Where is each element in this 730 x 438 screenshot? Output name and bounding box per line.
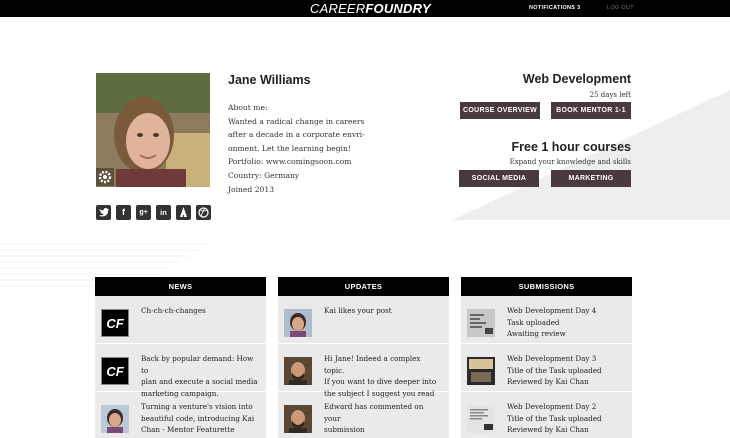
submission-title: Web Development Day 3 xyxy=(507,354,597,363)
submission-status: Reviewed by Kai Chan xyxy=(507,377,589,387)
profile-about: About me: Wanted a radical change in car… xyxy=(228,101,368,196)
careerfoundry-logo-thumb: CF xyxy=(101,309,129,337)
update-item[interactable]: Hi Jane! Indeed a complex topic. If you … xyxy=(278,344,449,398)
submission-detail: Task uploaded xyxy=(507,317,560,327)
forrst-icon[interactable] xyxy=(176,205,191,220)
twitter-icon[interactable] xyxy=(96,205,111,220)
update-item-text: Kai likes your post xyxy=(324,306,392,315)
news-item-text: Turning a venture's vision into xyxy=(141,402,253,411)
top-bar: CAREERFOUNDRY NOTIFICATIONS 3 LOG OUT xyxy=(0,0,730,17)
user-avatar xyxy=(284,357,312,385)
social-links: f g+ in xyxy=(96,205,211,220)
news-header: NEWS xyxy=(95,277,266,296)
news-item-text: plan and execute a social media xyxy=(141,377,258,387)
news-item[interactable]: CF Back by popular demand: How to plan a… xyxy=(95,344,266,398)
news-item-text: beautiful code, introducing Kai xyxy=(141,413,255,423)
about-line: Country: Germany xyxy=(228,170,300,180)
about-line: Joined 2013 xyxy=(228,184,275,194)
social-media-button[interactable]: SOCIAL MEDIA xyxy=(459,170,539,187)
course-title: Web Development xyxy=(522,72,631,86)
submission-item[interactable]: Web Development Day 3 Title of the Task … xyxy=(461,344,632,392)
submission-thumbnail xyxy=(467,357,495,385)
book-mentor-button[interactable]: BOOK MENTOR 1-1 xyxy=(551,102,631,119)
update-item[interactable]: Edward has commented on your submission xyxy=(278,392,449,438)
facebook-icon[interactable]: f xyxy=(116,205,131,220)
submission-status: Reviewed by Kai Chan xyxy=(507,425,589,435)
submission-title: Web Development Day 4 xyxy=(507,306,597,315)
updates-header: UPDATES xyxy=(278,277,449,296)
profile-name: Jane Williams xyxy=(228,73,311,87)
news-panel: NEWS CF Ch-ch-ch-changes CF Back by popu… xyxy=(95,277,266,438)
submission-thumbnail xyxy=(467,309,495,337)
days-left: 25 days left xyxy=(589,91,631,99)
news-item-text: Ch-ch-ch-changes xyxy=(141,306,206,315)
free-courses-title: Free 1 hour courses xyxy=(511,140,632,154)
submission-thumbnail xyxy=(467,405,495,433)
notifications-link[interactable]: NOTIFICATIONS 3 xyxy=(529,0,580,17)
update-item-text: submission xyxy=(324,425,365,435)
about-line: Wanted a radical change in careers xyxy=(228,116,365,126)
about-line: About me: xyxy=(228,103,268,112)
dribbble-icon[interactable] xyxy=(196,205,211,220)
submission-detail: Title of the Task uploaded xyxy=(507,413,602,423)
about-line: onment. Let the learning begin! xyxy=(228,143,351,153)
submission-detail: Title of the Task uploaded xyxy=(507,365,602,375)
careerfoundry-logo-thumb: CF xyxy=(101,357,129,385)
update-item[interactable]: Kai likes your post xyxy=(278,296,449,344)
submission-title: Web Development Day 2 xyxy=(507,402,597,411)
careerfoundry-logo[interactable]: CAREERFOUNDRY xyxy=(310,0,431,17)
update-item-text: Hi Jane! Indeed a complex topic. xyxy=(324,354,421,375)
news-item-text: Back by popular demand: How to xyxy=(141,354,254,375)
linkedin-icon[interactable]: in xyxy=(156,205,171,220)
logout-link[interactable]: LOG OUT xyxy=(607,0,634,17)
course-overview-button[interactable]: COURSE OVERVIEW xyxy=(460,102,540,119)
update-item-text: If you want to dive deeper into xyxy=(324,377,437,387)
settings-gear-icon[interactable] xyxy=(96,168,114,186)
about-line: after a decade in a corporate envri- xyxy=(228,130,365,140)
submission-item[interactable]: Web Development Day 2 Title of the Task … xyxy=(461,392,632,438)
update-item-text: Edward has commented on your xyxy=(324,402,424,423)
user-avatar xyxy=(284,309,312,337)
submission-item[interactable]: Web Development Day 4 Task uploaded Awai… xyxy=(461,296,632,344)
user-avatar xyxy=(284,405,312,433)
submission-status: Awaiting review xyxy=(507,329,566,339)
submissions-panel: SUBMISSIONS Web Development Day 4 Task u… xyxy=(461,277,632,438)
updates-panel: UPDATES Kai likes your post Hi Jane! Ind… xyxy=(278,277,449,438)
news-item-text: Chan - Mentor Featurette xyxy=(141,425,235,435)
news-item[interactable]: CF Ch-ch-ch-changes xyxy=(95,296,266,344)
mentor-avatar xyxy=(101,405,129,433)
marketing-button[interactable]: MARKETING xyxy=(551,170,631,187)
submissions-header: SUBMISSIONS xyxy=(461,277,632,296)
googleplus-icon[interactable]: g+ xyxy=(136,205,151,220)
portfolio-link[interactable]: Portfolio: www.comingsoon.com xyxy=(228,155,368,169)
free-courses-subtitle: Expand your knowledge and skills xyxy=(509,158,631,166)
news-item[interactable]: Turning a venture's vision into beautifu… xyxy=(95,392,266,438)
